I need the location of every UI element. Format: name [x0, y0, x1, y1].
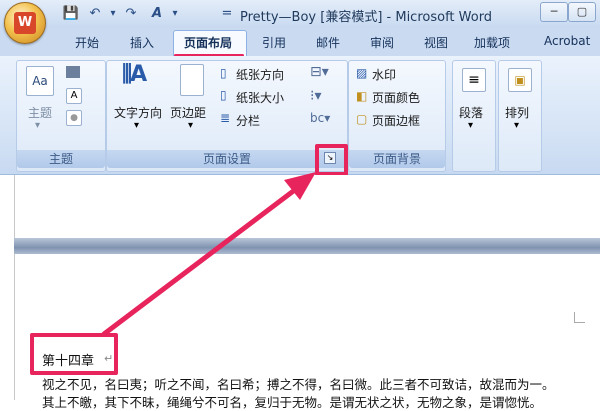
office-logo-icon: W: [14, 12, 36, 34]
office-button[interactable]: W: [4, 2, 46, 44]
arrow-shaft: [101, 183, 303, 337]
annotation-arrow: [101, 172, 316, 337]
